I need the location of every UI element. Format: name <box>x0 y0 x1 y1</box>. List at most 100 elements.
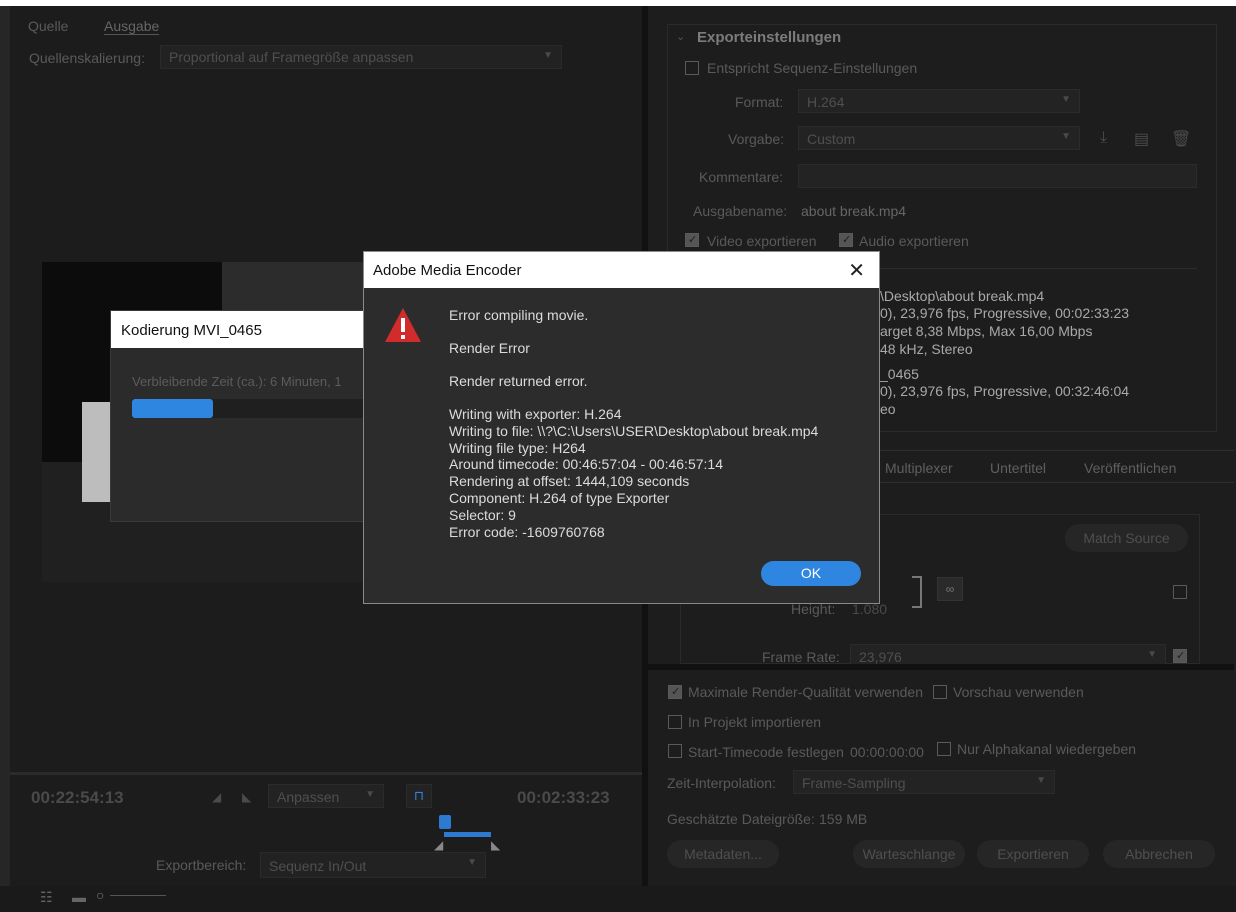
match-sequence-label: Entspricht Sequenz-Einstellungen <box>707 60 918 76</box>
summary-source-audio: eo <box>880 401 896 417</box>
summary-output-bitrate: arget 8,38 Mbps, Max 16,00 Mbps <box>880 323 1093 339</box>
link-icon[interactable]: ∞ <box>937 577 963 601</box>
save-preset-icon[interactable]: ⤓ <box>1100 129 1107 147</box>
tab-multiplexer[interactable]: Multiplexer <box>885 460 953 476</box>
encoding-progress-fill <box>132 399 214 418</box>
format-label: Format: <box>735 94 784 110</box>
match-sequence-checkbox[interactable] <box>685 61 699 75</box>
encoding-progress-track <box>132 399 371 418</box>
detail-line: Rendering at offset: 1444,109 seconds <box>449 473 690 490</box>
encoding-dialog: Kodierung MVI_0465 Verbleibende Zeit (ca… <box>110 310 372 522</box>
source-scaling-select[interactable]: Proportional auf Framegröße anpassen ▼ <box>160 45 562 69</box>
timecode-current[interactable]: 00:22:54:13 <box>31 788 124 808</box>
frame-rate-value: 23,976 <box>859 649 902 665</box>
mark-in-icon[interactable]: ◢ <box>212 790 221 804</box>
use-preview-checkbox[interactable] <box>933 685 947 699</box>
start-timecode-checkbox[interactable] <box>668 744 682 758</box>
detail-line: Error code: -1609760768 <box>449 523 605 540</box>
link-bracket <box>912 576 922 608</box>
playhead-marker[interactable] <box>439 815 451 829</box>
in-out-range[interactable] <box>444 832 491 837</box>
match-source-button[interactable]: Match Source <box>1065 524 1188 552</box>
width-height-checkbox[interactable] <box>1173 585 1187 599</box>
ok-button[interactable]: OK <box>761 561 861 586</box>
export-video-checkbox[interactable] <box>685 233 699 247</box>
time-interpolation-select[interactable]: Frame-Sampling ▼ <box>793 770 1055 794</box>
detail-line: Selector: 9 <box>449 506 516 523</box>
timecode-duration: 00:02:33:23 <box>517 788 610 807</box>
chevron-down-icon: ▼ <box>1061 94 1071 105</box>
start-timecode-value[interactable]: 00:00:00:00 <box>850 744 924 760</box>
delete-preset-icon[interactable]: 🗑 <box>1171 129 1191 149</box>
frame-rate-label: Frame Rate: <box>762 649 840 665</box>
summary-source-name: _0465 <box>880 366 919 382</box>
list-view-icon[interactable]: ☷ <box>40 889 53 906</box>
alpha-only-label: Nur Alphakanal wiedergeben <box>957 741 1137 757</box>
estimated-size-label: Geschätzte Dateigröße: <box>667 811 815 827</box>
export-range-label: Exportbereich: <box>156 857 247 873</box>
close-icon[interactable]: ✕ <box>848 258 865 283</box>
error-dialog: Adobe Media Encoder ✕ Error compiling mo… <box>363 251 880 604</box>
out-point-handle-icon[interactable]: ◣ <box>491 838 500 852</box>
summary-output-video: 0), 23,976 fps, Progressive, 00:02:33:23 <box>880 305 1130 321</box>
source-scaling-label: Quellenskalierung: <box>29 50 145 66</box>
chevron-down-icon[interactable]: ⌄ <box>676 30 685 43</box>
use-preview-label: Vorschau verwenden <box>953 684 1084 700</box>
detail-line: Around timecode: 00:46:57:04 - 00:46:57:… <box>449 456 723 473</box>
icon-view-icon[interactable]: ▬ <box>72 889 86 905</box>
time-interpolation-label: Zeit-Interpolation: <box>667 775 776 791</box>
import-preset-icon[interactable]: ▤ <box>1134 129 1149 149</box>
export-range-value: Sequenz In/Out <box>269 858 367 874</box>
lower-section-divider[interactable] <box>648 664 1234 670</box>
start-timecode-label: Start-Timecode festlegen <box>688 744 844 760</box>
export-settings-title: Exporteinstellungen <box>697 29 842 46</box>
error-details: Writing with exporter: H.264 Writing to … <box>449 406 818 540</box>
time-interpolation-value: Frame-Sampling <box>802 775 906 791</box>
chevron-down-icon: ▼ <box>467 857 477 868</box>
tab-captions[interactable]: Untertitel <box>990 460 1046 476</box>
tab-output[interactable]: Ausgabe <box>104 18 160 35</box>
zoom-slider-handle-icon[interactable]: ○ <box>96 887 104 903</box>
queue-button[interactable]: Warteschlange <box>853 840 965 868</box>
format-select[interactable]: H.264 ▼ <box>798 89 1080 113</box>
export-button[interactable]: Exportieren <box>977 840 1089 868</box>
summary-output-path: \Desktop\about break.mp4 <box>880 288 1045 304</box>
import-into-project-checkbox[interactable] <box>668 715 682 729</box>
metadata-button[interactable]: Metadaten... <box>667 840 779 868</box>
comments-input[interactable] <box>798 164 1197 188</box>
aspect-toggle-icon[interactable]: ⊓ <box>406 784 432 808</box>
summary-output-audio: 48 kHz, Stereo <box>880 341 973 357</box>
cancel-button[interactable]: Abbrechen <box>1103 840 1215 868</box>
frame-rate-checkbox[interactable] <box>1173 649 1187 663</box>
in-point-handle-icon[interactable]: ◢ <box>434 838 443 852</box>
detail-line: Component: H.264 of type Exporter <box>449 489 670 506</box>
output-name-link[interactable]: about break.mp4 <box>801 203 906 219</box>
encoding-dialog-title: Kodierung MVI_0465 <box>121 322 262 339</box>
export-range-select[interactable]: Sequenz In/Out ▼ <box>260 852 486 878</box>
preset-label: Vorgabe: <box>728 131 785 147</box>
zoom-slider-track[interactable] <box>110 895 166 896</box>
summary-source-video: 0), 23,976 fps, Progressive, 00:32:46:04 <box>880 383 1130 399</box>
format-value: H.264 <box>807 94 845 110</box>
preset-select[interactable]: Custom ▼ <box>798 126 1080 150</box>
timeline-bar <box>10 772 642 775</box>
tab-source[interactable]: Quelle <box>28 18 68 34</box>
export-audio-label: Audio exportieren <box>859 233 969 249</box>
mark-out-icon[interactable]: ◣ <box>242 790 251 804</box>
left-edge-strip <box>0 6 10 912</box>
chevron-down-icon: ▼ <box>1147 649 1157 660</box>
warning-icon <box>385 308 421 342</box>
alpha-only-checkbox[interactable] <box>937 742 951 756</box>
export-video-label: Video exportieren <box>707 233 817 249</box>
fit-select[interactable]: Anpassen ▼ <box>268 784 384 808</box>
tab-publish[interactable]: Veröffentlichen <box>1084 460 1176 476</box>
chevron-down-icon: ▼ <box>1036 775 1046 786</box>
chevron-down-icon: ▼ <box>543 50 553 61</box>
estimated-size-value: 159 MB <box>819 811 868 827</box>
error-message-3: Render returned error. <box>449 373 588 389</box>
error-message-1: Error compiling movie. <box>449 307 589 323</box>
export-audio-checkbox[interactable] <box>839 233 853 247</box>
detail-line: Writing to file: \\?\C:\Users\USER\Deskt… <box>449 422 819 439</box>
max-render-quality-checkbox[interactable] <box>668 685 682 699</box>
remaining-time-text: Verbleibende Zeit (ca.): 6 Minuten, 1 <box>132 374 342 389</box>
